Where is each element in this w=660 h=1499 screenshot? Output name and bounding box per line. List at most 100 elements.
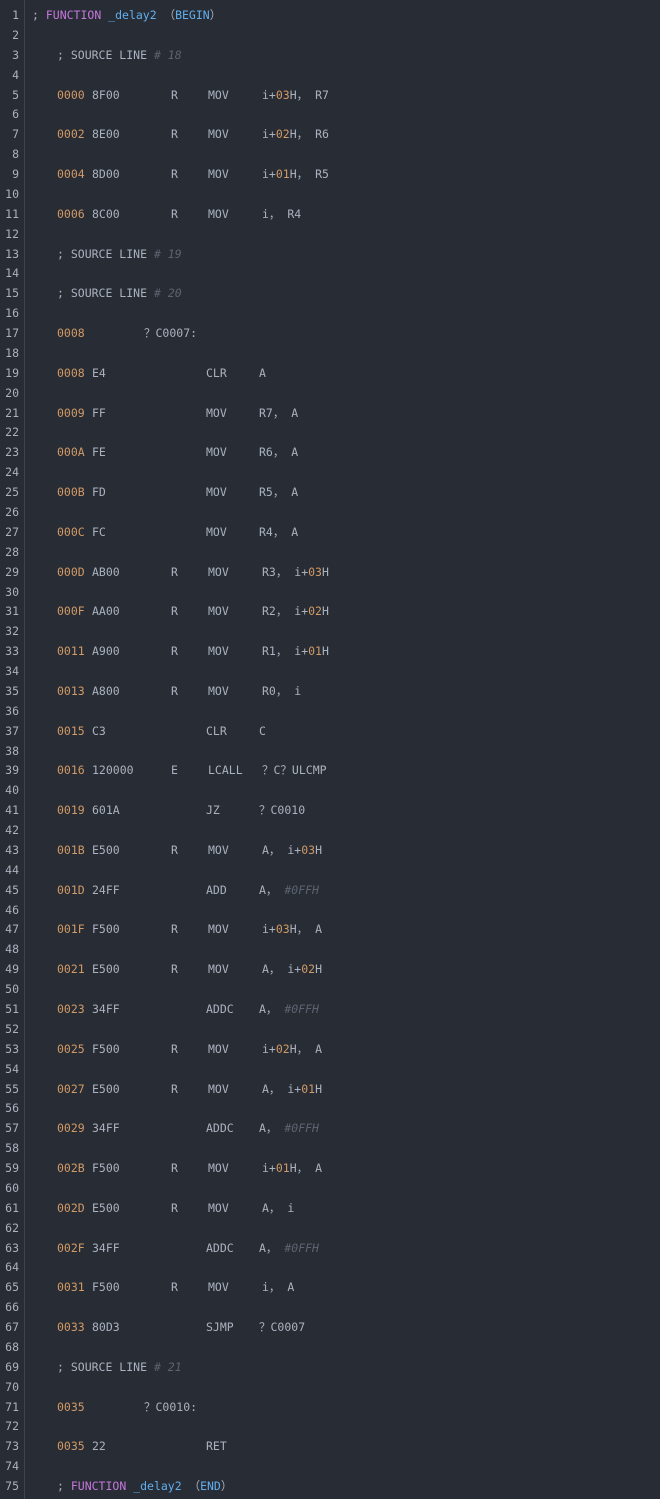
line-number: 9 xyxy=(12,167,19,181)
address: 0008 xyxy=(57,326,85,340)
address: 0011 xyxy=(57,644,85,658)
line-number: 18 xyxy=(5,346,19,360)
code-line: 001D 24FF ADD A， #0FFH xyxy=(26,883,660,897)
line-number: 57 xyxy=(5,1121,19,1135)
line-number: 55 xyxy=(5,1082,19,1096)
opcode-bytes: AB00 xyxy=(92,565,120,579)
operands: A， i+02H xyxy=(262,962,322,976)
mnemonic: MOV xyxy=(208,1042,229,1056)
address: 0035 xyxy=(57,1400,85,1414)
address: 0029 xyxy=(57,1121,85,1135)
address: 0023 xyxy=(57,1002,85,1016)
line-number: 23 xyxy=(5,445,19,459)
opcode-bytes: 24FF xyxy=(92,883,120,897)
line-number: 50 xyxy=(5,982,19,996)
token: ; SOURCE LINE xyxy=(57,48,154,62)
code-line: ; FUNCTION _delay2 （END） xyxy=(26,1479,660,1493)
token: A， xyxy=(259,883,285,897)
token: ; SOURCE LINE xyxy=(57,286,154,300)
opcode-bytes: F500 xyxy=(92,1161,120,1175)
operands: A， #0FFH xyxy=(259,1241,319,1255)
operands: i， A xyxy=(262,1280,294,1294)
token: R7， A xyxy=(259,406,299,420)
mnemonic: MOV xyxy=(208,1280,229,1294)
token: H， R5 xyxy=(289,167,329,181)
code-line: ; SOURCE LINE # 19 xyxy=(26,247,660,261)
token: 02 xyxy=(308,604,322,618)
line-number: 39 xyxy=(5,763,19,777)
operands: A， i xyxy=(262,1201,294,1215)
line-number: 31 xyxy=(5,604,19,618)
code-line: 002B F500 R MOV i+01H， A xyxy=(26,1161,660,1175)
address: 000A xyxy=(57,445,85,459)
token: A， i+ xyxy=(262,843,302,857)
code-editor[interactable]: 1 2 3 4 5 6 7 8 9 10 11 12 13 14 15 16 17 18 19 20 21 22 23 24 2… xyxy=(0,0,660,1499)
mnemonic: MOV xyxy=(208,167,229,181)
line-number: 56 xyxy=(5,1101,19,1115)
operands: A， i+03H xyxy=(262,843,322,857)
opcode-bytes: C3 xyxy=(92,724,106,738)
opcode-bytes: E4 xyxy=(92,366,106,380)
line-number: 73 xyxy=(5,1439,19,1453)
mnemonic: MOV xyxy=(208,644,229,658)
code-line: 002D E500 R MOV A， i xyxy=(26,1201,660,1215)
opcode-bytes: FD xyxy=(92,485,106,499)
address: 000F xyxy=(57,604,85,618)
reloc-flag: R xyxy=(171,1280,178,1294)
code-area[interactable]: ; FUNCTION _delay2 （BEGIN）; SOURCE LINE … xyxy=(26,0,660,1499)
opcode-bytes: 8D00 xyxy=(92,167,120,181)
token: ; xyxy=(32,8,46,22)
token: A， i+ xyxy=(262,1082,302,1096)
token: R2， i+ xyxy=(262,604,309,618)
code-line: 0006 8C00 R MOV i， R4 xyxy=(26,207,660,221)
operands: C xyxy=(259,724,266,738)
reloc-flag: E xyxy=(171,763,178,777)
address: 002B xyxy=(57,1161,85,1175)
reloc-flag: R xyxy=(171,684,178,698)
line-number: 71 xyxy=(5,1400,19,1414)
token: ） xyxy=(220,1479,233,1493)
reloc-flag: R xyxy=(171,843,178,857)
token: H， A xyxy=(289,1042,322,1056)
line-number: 16 xyxy=(5,306,19,320)
mnemonic: MOV xyxy=(208,684,229,698)
operands: R5， A xyxy=(259,485,298,499)
line-number: 65 xyxy=(5,1280,19,1294)
line-number: 2 xyxy=(12,28,19,42)
code-line: 0019 601A JZ ？C0010 xyxy=(26,803,660,817)
line-number: 35 xyxy=(5,684,19,698)
token: H， R7 xyxy=(289,88,329,102)
operands: i+02H， A xyxy=(262,1042,322,1056)
reloc-flag: R xyxy=(171,167,178,181)
label: ？C0007: xyxy=(144,326,198,340)
reloc-flag: R xyxy=(171,1161,178,1175)
line-number: 38 xyxy=(5,744,19,758)
mnemonic: MOV xyxy=(208,127,229,141)
line-number: 4 xyxy=(12,68,19,82)
token: A， i xyxy=(262,1201,295,1215)
token: H， A xyxy=(289,1161,322,1175)
code-line: 001F F500 R MOV i+03H， A xyxy=(26,922,660,936)
line-number: 8 xyxy=(12,147,19,161)
token: 03 xyxy=(308,565,322,579)
token: H， R6 xyxy=(289,127,329,141)
reloc-flag: R xyxy=(171,962,178,976)
address: 002D xyxy=(57,1201,85,1215)
code-line: 0004 8D00 R MOV i+01H， R5 xyxy=(26,167,660,181)
line-number: 24 xyxy=(5,465,19,479)
opcode-bytes: 34FF xyxy=(92,1121,120,1135)
address: 0009 xyxy=(57,406,85,420)
